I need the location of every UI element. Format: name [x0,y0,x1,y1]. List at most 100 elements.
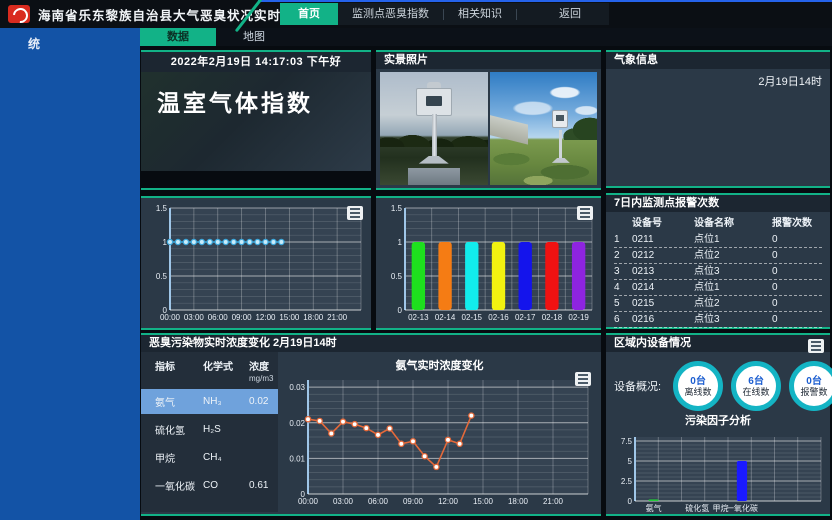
weather-timestamp: 2月19日14时 [758,73,822,89]
site-photo-field [490,72,598,185]
greenhouse-index-headline: 温室气体指数 [141,72,371,171]
monitor-device-box [552,110,568,128]
svg-text:1: 1 [398,238,403,247]
online-label: 在线数 [743,387,770,397]
alarm-panel-title: 7日内监测点报警次数 [606,195,830,212]
pollutant-col-formula: 化学式 [203,358,249,384]
overview-panel: 2022年2月19日 14:17:03 下午好 温室气体指数 [141,50,371,190]
monitor-device-pedestal [408,168,460,185]
pollution-factor-bar-chart: 02.557.5氨气硫化氢甲烷一氧化碳 [609,431,827,515]
pollutant-body: 指标 化学式 浓度 mg/m3 氨气NH₃0.02 硫化氢H₂S 甲烷CH₄ 一氧化碳… [141,352,601,512]
hourly-index-line-chart: 00.511.500:0003:0006:0009:0012:0015:0018… [144,202,367,324]
hourly-index-chart-panel: 00.511.500:0003:0006:0009:0012:0015:0018… [141,196,371,330]
pollutant-row-H₂S[interactable]: 硫化氢H₂S [141,417,278,442]
view-tabbar: 数据 地图 [140,28,832,46]
svg-text:21:00: 21:00 [327,313,348,322]
ammonia-chart-area: 氨气实时浓度变化 00.010.020.0300:0003:0006:0009:… [278,352,601,512]
svg-text:12:00: 12:00 [438,497,459,506]
daily-index-bar-chart: 00.511.502-1302-1402-1502-1602-1702-1802… [379,202,598,324]
svg-text:03:00: 03:00 [184,313,205,322]
nav-item-back[interactable]: 返回 [545,3,603,25]
device-stats-row: 设备概况: 0台 离线数 6台 在线数 0台 报警数 [606,352,830,414]
left-sidebar: 统 [0,28,140,520]
ammonia-line-chart: 00.010.020.0300:0003:0006:0009:0012:0015… [282,374,594,508]
pollutant-row-NH₃[interactable]: 氨气NH₃0.02 [141,389,278,414]
headline-text: 温室气体指数 [157,84,355,118]
weather-panel: 气象信息 2月19日14时 [606,50,830,188]
offline-label: 离线数 [685,387,712,397]
alarm-count-panel: 7日内监测点报警次数 设备号 设备名称 报警次数 10211点位1020212点… [606,193,830,329]
chart-menu-icon[interactable] [575,372,591,386]
alarm-label: 报警数 [801,387,828,397]
svg-text:02-17: 02-17 [515,313,536,322]
svg-text:0.5: 0.5 [391,272,403,281]
app-title: 海南省乐东黎族自治县大气恶臭状况实时发布系 [38,5,322,24]
svg-text:02-15: 02-15 [462,313,483,322]
photos-panel-title: 实景照片 [376,52,601,69]
pollutant-table: 指标 化学式 浓度 mg/m3 氨气NH₃0.02 硫化氢H₂S 甲烷CH₄ 一氧化碳… [141,352,278,512]
chart-menu-icon[interactable] [577,206,593,220]
chart-menu-icon[interactable] [347,206,363,220]
nav-item-knowledge[interactable]: 相关知识 [444,3,516,25]
pollutant-concentration-panel: 恶臭污染物实时浓度变化 2月19日14时 指标 化学式 浓度 mg/m3 氨气N… [141,333,601,516]
alarm-table-row: 10211点位10 [614,232,822,248]
weather-body: 2月19日14时 [606,69,830,186]
photos-panel: 实景照片 [376,50,601,190]
svg-text:18:00: 18:00 [303,313,324,322]
svg-text:09:00: 09:00 [403,497,424,506]
datetime-bar: 2022年2月19日 14:17:03 下午好 [141,52,371,72]
monitor-device-box [416,88,452,116]
daily-index-chart-panel: 00.511.502-1302-1402-1502-1602-1702-1802… [376,196,601,330]
device-overview-label: 设备概况: [614,378,661,394]
svg-text:09:00: 09:00 [232,313,253,322]
svg-text:02-14: 02-14 [435,313,456,322]
svg-text:1.5: 1.5 [391,204,403,213]
title-wrap-char: 统 [0,28,140,52]
photo-strip [376,69,601,188]
online-count-badge: 6台 在线数 [731,361,781,411]
main-nav: 首页 监测点恶臭指数 相关知识 返回 [280,3,609,25]
pollutant-table-header: 指标 化学式 浓度 mg/m3 [141,358,278,386]
offline-count: 0台 [690,376,706,387]
alarm-col-device-name: 设备名称 [694,216,772,232]
factor-analysis-title: 污染因子分析 [606,414,830,429]
app-logo [8,5,30,23]
site-photo-dusk [380,72,488,185]
monitor-device-pole [559,130,562,159]
alarm-table-row: 20212点位20 [614,248,822,264]
ammonia-chart-title: 氨气实时浓度变化 [278,352,601,373]
online-count: 6台 [748,376,764,387]
alarm-table: 设备号 设备名称 报警次数 10211点位1020212点位2030213点位3… [606,212,830,328]
svg-text:5: 5 [628,457,633,466]
svg-text:00:00: 00:00 [298,497,319,506]
nav-item-odor-index[interactable]: 监测点恶臭指数 [338,3,443,25]
alarm-count-badge: 0台 报警数 [789,361,832,411]
alarm-count: 0台 [806,376,822,387]
nav-item-home[interactable]: 首页 [280,3,338,25]
pollutant-row-CH₄[interactable]: 甲烷CH₄ [141,445,278,470]
alarm-table-body: 10211点位1020212点位2030213点位3040214点位105021… [614,232,822,328]
svg-text:0.01: 0.01 [289,454,305,463]
pollutant-row-CO[interactable]: 一氧化碳CO0.61 [141,473,278,498]
alarm-table-row: 60216点位30 [614,312,822,328]
weather-panel-title: 气象信息 [606,52,830,69]
svg-text:06:00: 06:00 [208,313,229,322]
alarm-col-device-id: 设备号 [632,216,694,232]
svg-text:03:00: 03:00 [333,497,354,506]
chart-menu-icon[interactable] [808,339,824,353]
top-header: 海南省乐东黎族自治县大气恶臭状况实时发布系 首页 监测点恶臭指数 相关知识 返回 [0,0,832,28]
region-devices-panel: 区域内设备情况 设备概况: 0台 离线数 6台 在线数 0台 报警数 污染因子分… [606,333,830,516]
svg-text:硫化氢: 硫化氢 [685,503,709,513]
tab-data[interactable]: 数据 [140,28,216,46]
pollutant-unit: mg/m3 [249,374,273,383]
monitor-device-pole [432,114,437,159]
svg-text:0.02: 0.02 [289,419,305,428]
svg-text:一氧化碳: 一氧化碳 [726,503,758,513]
alarm-table-header: 设备号 设备名称 报警次数 [614,216,822,232]
svg-text:02-19: 02-19 [568,313,589,322]
photo-grass [490,142,598,185]
svg-text:1.5: 1.5 [156,204,168,213]
tab-map[interactable]: 地图 [216,28,292,46]
svg-text:21:00: 21:00 [543,497,564,506]
svg-text:0.03: 0.03 [289,383,305,392]
